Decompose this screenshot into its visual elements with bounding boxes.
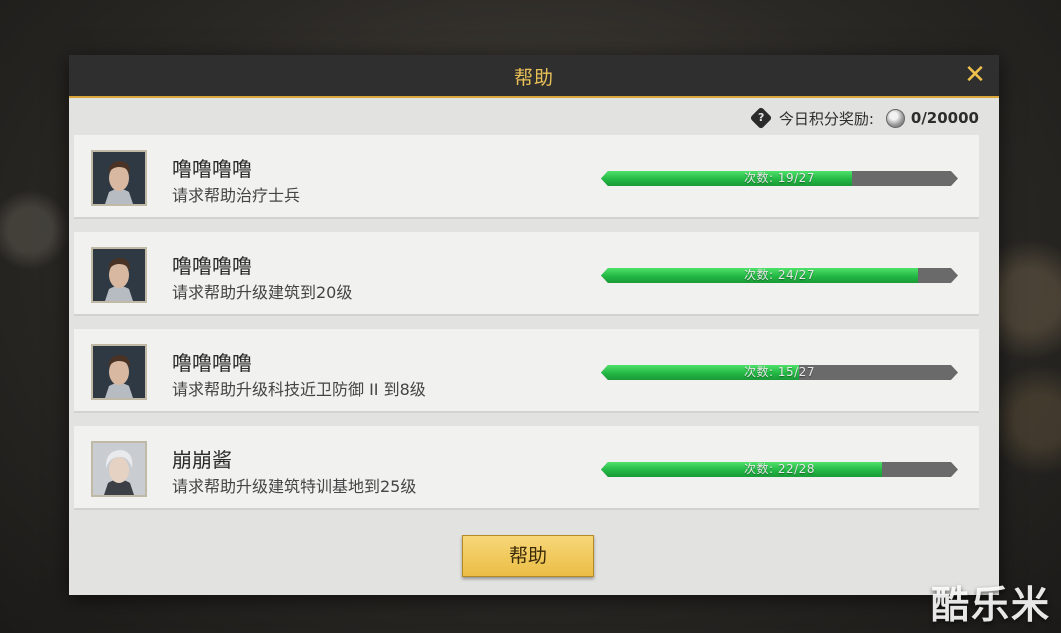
progress-bar: 次数: 22/28: [601, 462, 958, 477]
watermark: 酷乐米: [930, 583, 1051, 627]
request-list: 噜噜噜噜 请求帮助治疗士兵 次数: 19/27 噜噜噜噜 请求帮助升级建筑到20…: [74, 135, 979, 523]
help-button[interactable]: 帮助: [462, 535, 594, 577]
progress-label: 次数: 24/27: [744, 268, 815, 282]
progress-bar: 次数: 24/27: [601, 268, 958, 283]
progress-bar: 次数: 19/27: [601, 171, 958, 186]
request-row[interactable]: 噜噜噜噜 请求帮助升级建筑到20级 次数: 24/27: [74, 232, 979, 316]
request-row[interactable]: 噜噜噜噜 请求帮助治疗士兵 次数: 19/27: [74, 135, 979, 219]
avatar: [91, 247, 147, 303]
question-icon[interactable]: ?: [749, 106, 773, 130]
daily-reward: ? 今日积分奖励: 0/20000: [749, 106, 979, 130]
avatar: [91, 344, 147, 400]
dialog-header: 帮助 ✕: [69, 55, 999, 98]
avatar: [91, 441, 147, 497]
request-description: 请求帮助治疗士兵: [172, 186, 301, 205]
progress-bar: 次数: 15/27: [601, 365, 958, 380]
requester-name: 噜噜噜噜: [172, 351, 252, 375]
request-description: 请求帮助升级科技近卫防御 II 到8级: [172, 380, 426, 399]
request-description: 请求帮助升级建筑到20级: [172, 283, 353, 302]
help-dialog: 帮助 ✕ ? 今日积分奖励: 0/20000 噜噜噜噜 请求帮助治疗士兵 次数:…: [69, 55, 999, 595]
progress-label: 次数: 22/28: [744, 462, 815, 476]
request-row[interactable]: 崩崩酱 请求帮助升级建筑特训基地到25级 次数: 22/28: [74, 426, 979, 510]
avatar: [91, 150, 147, 206]
requester-name: 崩崩酱: [172, 448, 232, 472]
request-row[interactable]: 噜噜噜噜 请求帮助升级科技近卫防御 II 到8级 次数: 15/27: [74, 329, 979, 413]
requester-name: 噜噜噜噜: [172, 157, 252, 181]
request-description: 请求帮助升级建筑特训基地到25级: [172, 477, 417, 496]
reward-label: 今日积分奖励:: [778, 109, 874, 128]
reward-value: 0/20000: [910, 109, 979, 127]
requester-name: 噜噜噜噜: [172, 254, 252, 278]
coin-icon: [885, 108, 905, 128]
progress-label: 次数: 19/27: [744, 171, 815, 185]
progress-label: 次数: 15/27: [744, 365, 815, 379]
dialog-title: 帮助: [513, 67, 554, 89]
close-icon[interactable]: ✕: [961, 61, 989, 89]
